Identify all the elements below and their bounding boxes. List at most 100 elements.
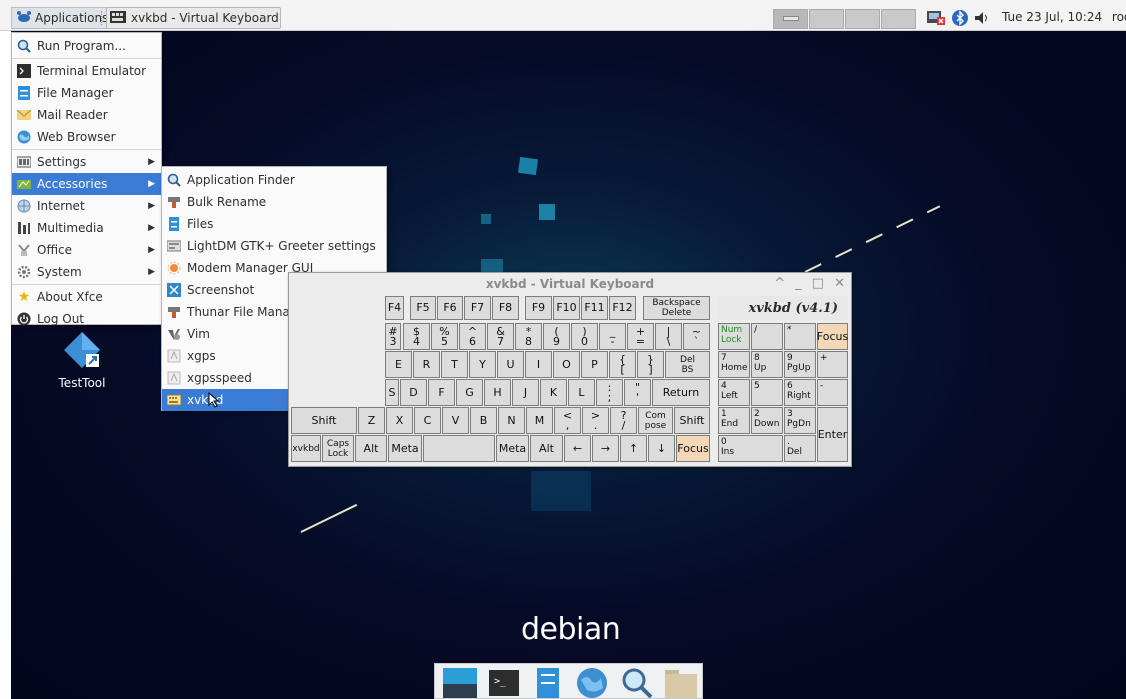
key-7-home[interactable]: 7 Home — [718, 351, 750, 378]
key--[interactable]: | \ — [655, 323, 682, 350]
key-m[interactable]: M — [526, 407, 553, 434]
key-shift[interactable]: Shift — [674, 407, 710, 434]
key-xvkbd[interactable]: xvkbd — [291, 435, 321, 462]
close-button[interactable]: ✕ — [834, 276, 845, 291]
menu-item-log-out[interactable]: Log Out — [12, 308, 161, 330]
key-d[interactable]: D — [400, 379, 427, 406]
menu-item-run-program[interactable]: Run Program... — [12, 35, 161, 57]
key--9[interactable]: (9 — [543, 323, 570, 350]
key--7[interactable]: & 7 — [487, 323, 514, 350]
applications-menu-button[interactable]: Applications — [11, 7, 114, 29]
key-symbol[interactable]: * — [784, 323, 816, 350]
key-f10[interactable]: F10 — [553, 296, 580, 320]
key--del[interactable]: . Del — [784, 435, 816, 462]
key--[interactable]: :; — [596, 379, 623, 406]
key--5[interactable]: % 5 — [431, 323, 458, 350]
menu-item-internet[interactable]: Internet ▶ — [12, 195, 161, 217]
key-caps-lock[interactable]: Caps Lock — [322, 435, 354, 462]
key-i[interactable]: I — [525, 351, 552, 378]
key-f7[interactable]: F7 — [464, 296, 491, 320]
key-z[interactable]: Z — [358, 407, 385, 434]
key--[interactable]: >. — [582, 407, 609, 434]
window-title[interactable]: xvkbd - Virtual Keyboard — [289, 273, 851, 295]
key-p[interactable]: P — [581, 351, 608, 378]
key--[interactable]: " ' — [624, 379, 651, 406]
user-name[interactable]: root — [1112, 10, 1126, 24]
dock-folder-icon[interactable] — [661, 664, 699, 698]
key-o[interactable]: O — [553, 351, 580, 378]
key-3-pgdn[interactable]: 3 PgDn — [784, 407, 816, 434]
menu-item-settings[interactable]: Settings ▶ — [12, 151, 161, 173]
volume-icon[interactable] — [974, 9, 990, 27]
key-symbol[interactable]: → — [592, 435, 619, 462]
menu-item-about-xfce[interactable]: ★ About Xfce — [12, 286, 161, 308]
key-c[interactable]: C — [414, 407, 441, 434]
key-2-down[interactable]: 2 Down — [751, 407, 783, 434]
minimize-button[interactable]: _ — [795, 276, 802, 291]
key-s[interactable]: S — [385, 379, 399, 406]
menu-item-multimedia[interactable]: Multimedia ▶ — [12, 217, 161, 239]
key--6[interactable]: ^ 6 — [459, 323, 486, 350]
key-t[interactable]: T — [441, 351, 468, 378]
key-backspace-delete[interactable]: Backspace Delete — [643, 296, 710, 320]
key-n[interactable]: N — [498, 407, 525, 434]
menu-item-mail-reader[interactable]: Mail Reader — [12, 104, 161, 126]
key-5[interactable]: 5 — [751, 379, 783, 406]
menu-item-system[interactable]: System ▶ — [12, 261, 161, 283]
key-f5[interactable]: F5 — [410, 296, 436, 320]
key-symbol[interactable]: ← — [564, 435, 591, 462]
key-f[interactable]: F — [428, 379, 455, 406]
key-symbol[interactable]: / — [751, 323, 783, 350]
key-alt[interactable]: Alt — [355, 435, 387, 462]
workspace-2[interactable] — [809, 9, 844, 29]
key--3[interactable]: #3 — [385, 323, 401, 350]
key-alt[interactable]: Alt — [530, 435, 563, 462]
key-k[interactable]: K — [540, 379, 567, 406]
key-0-ins[interactable]: 0 Ins — [718, 435, 783, 462]
desktop-icon-testtool[interactable]: TestTool — [49, 330, 115, 390]
dock-file-manager-icon[interactable] — [529, 664, 567, 698]
key-y[interactable]: Y — [469, 351, 496, 378]
key-1-end[interactable]: 1 End — [718, 407, 750, 434]
key-f8[interactable]: F8 — [492, 296, 519, 320]
key-g[interactable]: G — [456, 379, 483, 406]
key-symbol[interactable]: + — [817, 351, 848, 378]
menu-item-files[interactable]: Files — [162, 213, 386, 235]
dock-show-desktop-icon[interactable] — [441, 664, 479, 698]
key-meta[interactable]: Meta — [496, 435, 529, 462]
bluetooth-icon[interactable] — [951, 9, 969, 27]
key--8[interactable]: * 8 — [515, 323, 542, 350]
key--[interactable]: - — [817, 379, 848, 406]
menu-item-accessories[interactable]: Accessories ▶ — [12, 173, 161, 195]
key--0[interactable]: ) 0 — [571, 323, 598, 350]
key--[interactable]: <, — [554, 407, 581, 434]
key-4-left[interactable]: 4 Left — [718, 379, 750, 406]
key--[interactable]: ~ ` — [683, 323, 710, 350]
key-symbol[interactable]: ↑ — [620, 435, 647, 462]
workspace-4[interactable] — [881, 9, 916, 29]
key--[interactable]: + = — [627, 323, 654, 350]
workspace-1[interactable] — [773, 9, 808, 29]
key-b[interactable]: B — [470, 407, 497, 434]
menu-item-bulk-rename[interactable]: Bulk Rename — [162, 191, 386, 213]
key-f6[interactable]: F6 — [437, 296, 463, 320]
key-shift[interactable]: Shift — [291, 407, 357, 434]
taskbar-button-xvkbd[interactable]: xvkbd - Virtual Keyboard — [106, 7, 281, 29]
key--[interactable]: }] — [637, 351, 664, 378]
key-f12[interactable]: F12 — [609, 296, 636, 320]
key-6-right[interactable]: 6 Right — [784, 379, 816, 406]
key-8-up[interactable]: 8 Up — [751, 351, 783, 378]
key-del-bs[interactable]: Del BS — [665, 351, 710, 378]
key-r[interactable]: R — [413, 351, 440, 378]
key--4[interactable]: $4 — [403, 323, 430, 350]
key-enter[interactable]: Enter — [817, 407, 848, 462]
key-u[interactable]: U — [497, 351, 524, 378]
menu-item-file-manager[interactable]: File Manager — [12, 82, 161, 104]
menu-item-web-browser[interactable]: Web Browser — [12, 126, 161, 148]
key-return[interactable]: Return — [652, 379, 710, 406]
shade-button[interactable]: ^ — [774, 276, 785, 291]
menu-item-office[interactable]: Office ▶ — [12, 239, 161, 261]
key-com-pose[interactable]: Com pose — [638, 407, 673, 434]
key-f4[interactable]: F4 — [385, 296, 404, 320]
workspace-3[interactable] — [845, 9, 880, 29]
